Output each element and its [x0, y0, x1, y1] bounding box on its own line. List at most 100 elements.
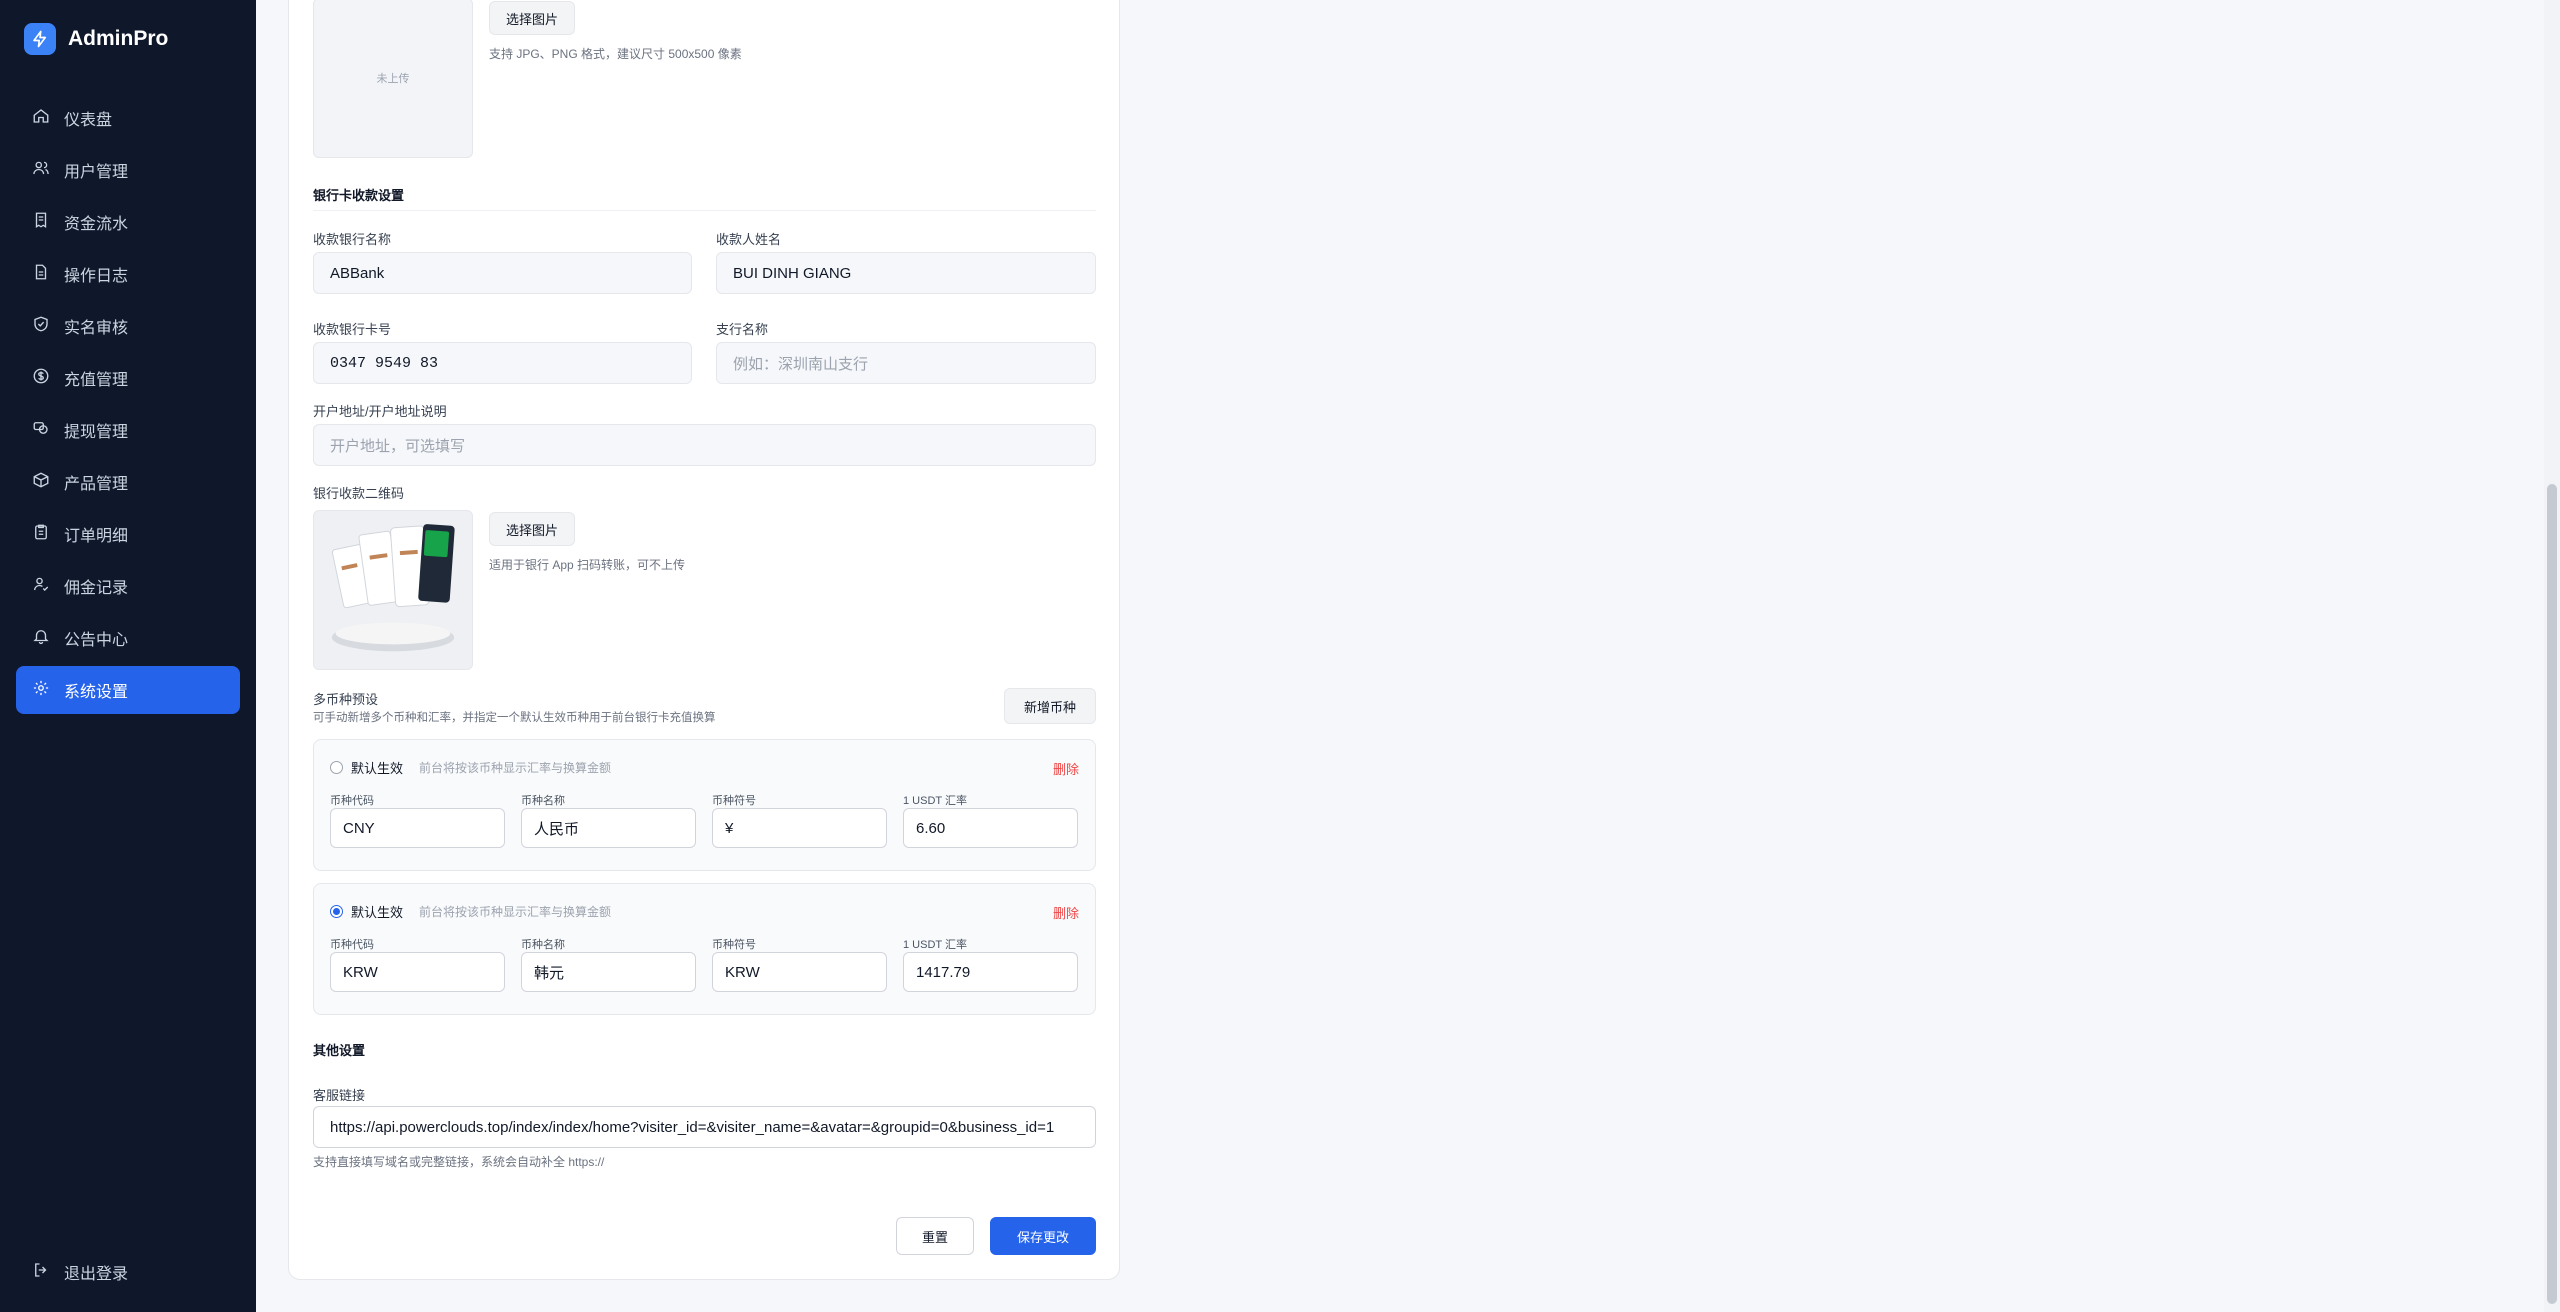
- currency-card-krw: 默认生效 前台将按该币种显示汇率与换算金额 删除 币种代码 币种名称 币种符号 …: [313, 883, 1096, 1015]
- currency-rate-label: 1 USDT 汇率: [903, 795, 967, 807]
- currency-code-input[interactable]: CNY: [330, 808, 505, 848]
- qr-select-image-button[interactable]: 选择图片: [489, 512, 576, 546]
- home-icon: [32, 107, 50, 130]
- sidebar-item-label: 仪表盘: [64, 112, 113, 129]
- sidebar-item-label: 实名审核: [64, 320, 129, 337]
- select-image-button[interactable]: 选择图片: [489, 1, 576, 35]
- service-link-input[interactable]: https://api.powerclouds.top/index/index/…: [313, 1106, 1096, 1148]
- logout-button[interactable]: 退出登录: [32, 1260, 128, 1284]
- clipboard-icon: [32, 523, 50, 546]
- currency-subtitle: 可手动新增多个币种和汇率，并指定一个默认生效币种用于前台银行卡充值换算: [313, 712, 716, 724]
- brand[interactable]: AdminPro: [24, 23, 168, 55]
- sidebar-item-label: 充值管理: [64, 372, 129, 389]
- bank-name-label: 收款银行名称: [313, 232, 392, 247]
- logout-label: 退出登录: [64, 1266, 129, 1283]
- default-radio[interactable]: [330, 905, 343, 918]
- bank-section-title: 银行卡收款设置: [313, 188, 405, 203]
- brand-name: AdminPro: [68, 27, 169, 50]
- default-desc: 前台将按该币种显示汇率与换算金额: [419, 761, 612, 775]
- delete-currency-button[interactable]: 删除: [1053, 759, 1079, 778]
- save-button[interactable]: 保存更改: [990, 1217, 1096, 1255]
- sidebar-item-orders[interactable]: 订单明细: [16, 510, 240, 558]
- qr-image-preview[interactable]: [313, 510, 473, 670]
- currency-title: 多币种预设: [313, 692, 379, 707]
- other-section-title: 其他设置: [313, 1043, 366, 1058]
- dollar-circle-icon: [32, 367, 50, 390]
- coins-icon: [32, 419, 50, 442]
- sidebar-item-label: 提现管理: [64, 424, 129, 441]
- sidebar-item-recharge[interactable]: 充值管理: [16, 354, 240, 402]
- qr-hint: 适用于银行 App 扫码转账，可不上传: [489, 558, 686, 572]
- currency-code-input[interactable]: KRW: [330, 952, 505, 992]
- sidebar-item-kyc-review[interactable]: 实名审核: [16, 302, 240, 350]
- shield-check-icon: [32, 315, 50, 338]
- sidebar-item-users[interactable]: 用户管理: [16, 146, 240, 194]
- sidebar-nav: 仪表盘 用户管理 资金流水 操作日志 实名审核 充值管理 提现管理 产品管理 订…: [16, 94, 240, 718]
- branch-input[interactable]: 例如：深圳南山支行: [716, 342, 1096, 384]
- sidebar: AdminPro 仪表盘 用户管理 资金流水 操作日志 实名审核 充值管理 提现…: [0, 0, 256, 1312]
- currency-name-input[interactable]: 韩元: [521, 952, 696, 992]
- sidebar-item-settings[interactable]: 系统设置: [16, 666, 240, 714]
- currency-rate-input[interactable]: 1417.79: [903, 952, 1078, 992]
- upload-hint: 支持 JPG、PNG 格式，建议尺寸 500x500 像素: [489, 47, 742, 61]
- default-radio[interactable]: [330, 761, 343, 774]
- sidebar-item-label: 公告中心: [64, 632, 129, 649]
- qr-preview-image: [314, 511, 472, 669]
- scrollbar-thumb[interactable]: [2547, 484, 2557, 1304]
- currency-card-cny: 默认生效 前台将按该币种显示汇率与换算金额 删除 币种代码 币种名称 币种符号 …: [313, 739, 1096, 871]
- currency-name-input[interactable]: 人民币: [521, 808, 696, 848]
- payee-label: 收款人姓名: [716, 232, 782, 247]
- currency-name-label: 币种名称: [521, 795, 565, 807]
- card-number-label: 收款银行卡号: [313, 322, 392, 337]
- currency-symbol-label: 币种符号: [712, 795, 756, 807]
- add-currency-button[interactable]: 新增币种: [1004, 688, 1096, 724]
- service-link-hint: 支持直接填写域名或完整链接，系统会自动补全 https://: [313, 1155, 605, 1169]
- sidebar-item-label: 系统设置: [64, 684, 129, 701]
- reset-button[interactable]: 重置: [896, 1217, 974, 1255]
- sidebar-item-label: 用户管理: [64, 164, 129, 181]
- sidebar-item-commission[interactable]: 佣金记录: [16, 562, 240, 610]
- branch-label: 支行名称: [716, 322, 769, 337]
- bell-icon: [32, 627, 50, 650]
- service-link-label: 客服链接: [313, 1088, 366, 1103]
- sidebar-item-operation-log[interactable]: 操作日志: [16, 250, 240, 298]
- sidebar-item-label: 资金流水: [64, 216, 129, 233]
- address-input[interactable]: 开户地址，可选填写: [313, 424, 1096, 466]
- file-text-icon: [32, 263, 50, 286]
- payee-input[interactable]: BUI DINH GIANG: [716, 252, 1096, 294]
- sidebar-item-fund-flow[interactable]: 资金流水: [16, 198, 240, 246]
- gear-icon: [32, 679, 50, 702]
- default-label: 默认生效: [351, 761, 404, 776]
- sidebar-item-dashboard[interactable]: 仪表盘: [16, 94, 240, 142]
- user-badge-icon: [32, 575, 50, 598]
- currency-symbol-input[interactable]: ¥: [712, 808, 887, 848]
- delete-currency-button[interactable]: 删除: [1053, 903, 1079, 922]
- sidebar-item-products[interactable]: 产品管理: [16, 458, 240, 506]
- upload-placeholder-text: 未上传: [376, 73, 410, 85]
- currency-symbol-label: 币种符号: [712, 939, 756, 951]
- address-label: 开户地址/开户地址说明: [313, 404, 447, 419]
- bank-name-input[interactable]: ABBank: [313, 252, 692, 294]
- qr-label: 银行收款二维码: [313, 486, 405, 501]
- currency-rate-input[interactable]: 6.60: [903, 808, 1078, 848]
- default-desc: 前台将按该币种显示汇率与换算金额: [419, 905, 612, 919]
- users-icon: [32, 159, 50, 182]
- section-divider: [313, 210, 1096, 211]
- card-number-input[interactable]: 0347 9549 83: [313, 342, 692, 384]
- sidebar-item-label: 订单明细: [64, 528, 129, 545]
- currency-name-label: 币种名称: [521, 939, 565, 951]
- sidebar-item-withdraw[interactable]: 提现管理: [16, 406, 240, 454]
- currency-rate-label: 1 USDT 汇率: [903, 939, 967, 951]
- logout-icon: [32, 1261, 50, 1284]
- sidebar-item-announcements[interactable]: 公告中心: [16, 614, 240, 662]
- sidebar-item-label: 佣金记录: [64, 580, 129, 597]
- logo-upload-preview[interactable]: 未上传: [313, 0, 473, 158]
- sidebar-item-label: 产品管理: [64, 476, 129, 493]
- sidebar-item-label: 操作日志: [64, 268, 129, 285]
- lightning-logo-icon: [24, 23, 56, 55]
- receipt-icon: [32, 211, 50, 234]
- currency-code-label: 币种代码: [330, 795, 374, 807]
- currency-code-label: 币种代码: [330, 939, 374, 951]
- default-label: 默认生效: [351, 905, 404, 920]
- currency-symbol-input[interactable]: KRW: [712, 952, 887, 992]
